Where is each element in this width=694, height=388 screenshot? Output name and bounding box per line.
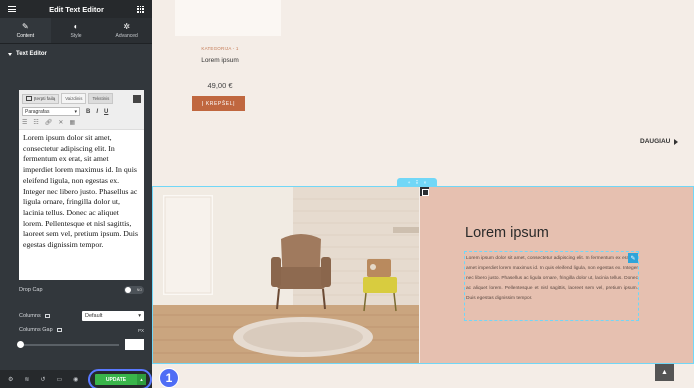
callout-highlight-ring xyxy=(88,369,152,388)
add-media-label: Įterpti failą xyxy=(34,96,56,101)
add-section-icon[interactable]: + xyxy=(408,180,411,185)
chevron-down-icon: ▾ xyxy=(74,108,77,115)
toolbar-toggle-icon[interactable] xyxy=(133,94,141,103)
editor-content[interactable]: Lorem ipsum dolor sit amet, consectetur … xyxy=(19,130,144,274)
add-to-cart-button[interactable]: Į KREPŠELĮ xyxy=(192,96,245,111)
drag-section-icon[interactable]: ⠿ xyxy=(415,180,418,186)
tab-advanced[interactable]: ✲ Advanced xyxy=(101,18,152,43)
tab-advanced-label: Advanced xyxy=(115,32,138,39)
more-link-label: DAUGIAU xyxy=(640,138,671,145)
preview-eye-icon[interactable]: ◉ xyxy=(73,376,78,383)
text-editor-box: Įterpti failą Vaizdinis Tekstinis Paragr… xyxy=(19,90,144,280)
column-handle-icon[interactable] xyxy=(420,187,429,196)
columns-gap-slider[interactable] xyxy=(19,344,119,346)
bold-button[interactable]: B xyxy=(86,109,90,115)
widgets-grid-icon[interactable] xyxy=(137,5,144,13)
section-body-text[interactable]: Lorem ipsum dolor sit amet, consectetur … xyxy=(466,254,638,304)
columns-control: Columns Default ▾ xyxy=(19,311,144,321)
scroll-to-top-button[interactable]: ▲ xyxy=(655,364,674,381)
columns-gap-control: Columns Gap PX xyxy=(19,327,144,333)
columns-select[interactable]: Default ▾ xyxy=(82,311,144,321)
close-section-icon[interactable]: × xyxy=(424,180,427,185)
history-icon[interactable]: ↺ xyxy=(40,376,45,383)
callout-number-badge: 1 xyxy=(159,368,179,388)
editor-toolbar: Įterpti failą Vaizdinis Tekstinis Paragr… xyxy=(19,90,144,130)
text-tab[interactable]: Tekstinis xyxy=(88,93,114,104)
gear-icon: ✲ xyxy=(123,21,131,31)
paragraph-format-select[interactable]: Paragrafas ▾ xyxy=(22,107,80,116)
drop-cap-toggle[interactable]: NO xyxy=(124,286,144,294)
italic-button[interactable]: I xyxy=(96,109,98,115)
pencil-icon: ✎ xyxy=(21,21,29,31)
columns-gap-unit[interactable]: PX xyxy=(138,328,144,333)
tab-content[interactable]: ✎ Content xyxy=(0,18,51,43)
drop-cap-control: Drop Cap NO xyxy=(19,286,144,294)
add-media-button[interactable]: Įterpti failą xyxy=(22,93,60,104)
hamburger-menu-icon[interactable] xyxy=(8,6,16,12)
responsive-mode-icon[interactable]: ▭ xyxy=(56,376,62,383)
caret-down-icon xyxy=(8,52,12,56)
section-handle[interactable]: + ⠿ × xyxy=(397,178,437,187)
desktop-icon[interactable] xyxy=(57,327,63,332)
columns-gap-label: Columns Gap xyxy=(19,327,53,333)
columns-label: Columns xyxy=(19,313,41,319)
table-icon[interactable]: ▦ xyxy=(69,119,75,126)
drop-cap-label: Drop Cap xyxy=(19,287,43,293)
section-toggle-text-editor[interactable]: Text Editor xyxy=(0,44,152,64)
panel-title: Edit Text Editor xyxy=(49,4,104,14)
contrast-icon: ◐ xyxy=(73,21,79,31)
tab-content-label: Content xyxy=(16,32,35,39)
product-price: 49,00 € xyxy=(207,81,233,90)
settings-gear-icon[interactable]: ⚙ xyxy=(8,376,13,383)
visual-tab[interactable]: Vaizdinis xyxy=(61,93,87,104)
media-icon xyxy=(26,96,32,101)
unlink-icon[interactable]: ✕ xyxy=(58,119,63,126)
section-title: Text Editor xyxy=(16,51,47,57)
columns-gap-input[interactable] xyxy=(125,339,144,350)
columns-gap-slider-handle[interactable] xyxy=(17,341,24,348)
tab-style-label: Style xyxy=(70,32,82,39)
columns-value: Default xyxy=(85,313,103,319)
product-image-area xyxy=(175,0,281,36)
more-link[interactable]: DAUGIAU xyxy=(640,138,679,145)
tab-style[interactable]: ◐ Style xyxy=(51,18,102,43)
section-heading[interactable]: Lorem ipsum xyxy=(465,225,549,241)
drop-cap-toggle-text: NO xyxy=(136,287,142,292)
product-title[interactable]: Lorem ipsum xyxy=(185,57,255,64)
chevron-down-icon: ▾ xyxy=(138,313,141,319)
link-icon[interactable]: 🔗︎ xyxy=(45,119,53,126)
desktop-icon[interactable] xyxy=(45,313,51,318)
product-category[interactable]: KATEGORIJA - 1 xyxy=(195,46,245,51)
panel-tabs: ✎ Content ◐ Style ✲ Advanced xyxy=(0,18,152,44)
bullet-list-icon[interactable]: ☰ xyxy=(22,119,27,126)
edit-pencil-icon[interactable]: ✎ xyxy=(628,253,638,263)
paragraph-format-value: Paragrafas xyxy=(25,108,50,115)
panel-header: Edit Text Editor xyxy=(0,0,152,18)
underline-button[interactable]: U xyxy=(104,109,108,115)
numbered-list-icon[interactable]: ☷ xyxy=(33,119,38,126)
navigator-icon[interactable]: ≋ xyxy=(24,376,29,383)
arrow-right-icon xyxy=(674,138,679,145)
